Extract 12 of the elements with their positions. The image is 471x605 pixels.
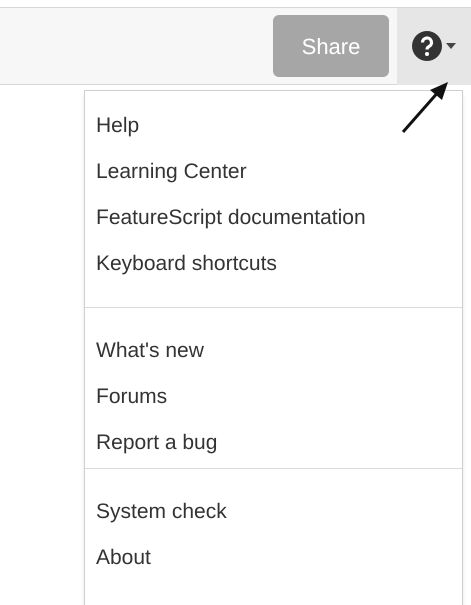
menu-item[interactable]: Forums bbox=[85, 374, 462, 420]
menu-item[interactable]: FeatureScript documentation bbox=[85, 195, 462, 241]
menu-item[interactable]: Help bbox=[85, 103, 462, 149]
help-button[interactable] bbox=[397, 8, 471, 84]
menu-item[interactable]: What's new bbox=[85, 328, 462, 374]
question-circle-icon bbox=[412, 31, 442, 61]
menu-item[interactable]: Report a bug bbox=[85, 420, 462, 466]
menu-item[interactable]: System check bbox=[85, 489, 462, 535]
menu-item[interactable]: Keyboard shortcuts bbox=[85, 241, 462, 287]
menu-item[interactable]: Learning Center bbox=[85, 149, 462, 195]
caret-icon bbox=[446, 43, 456, 49]
menu-item[interactable]: About bbox=[85, 535, 462, 581]
